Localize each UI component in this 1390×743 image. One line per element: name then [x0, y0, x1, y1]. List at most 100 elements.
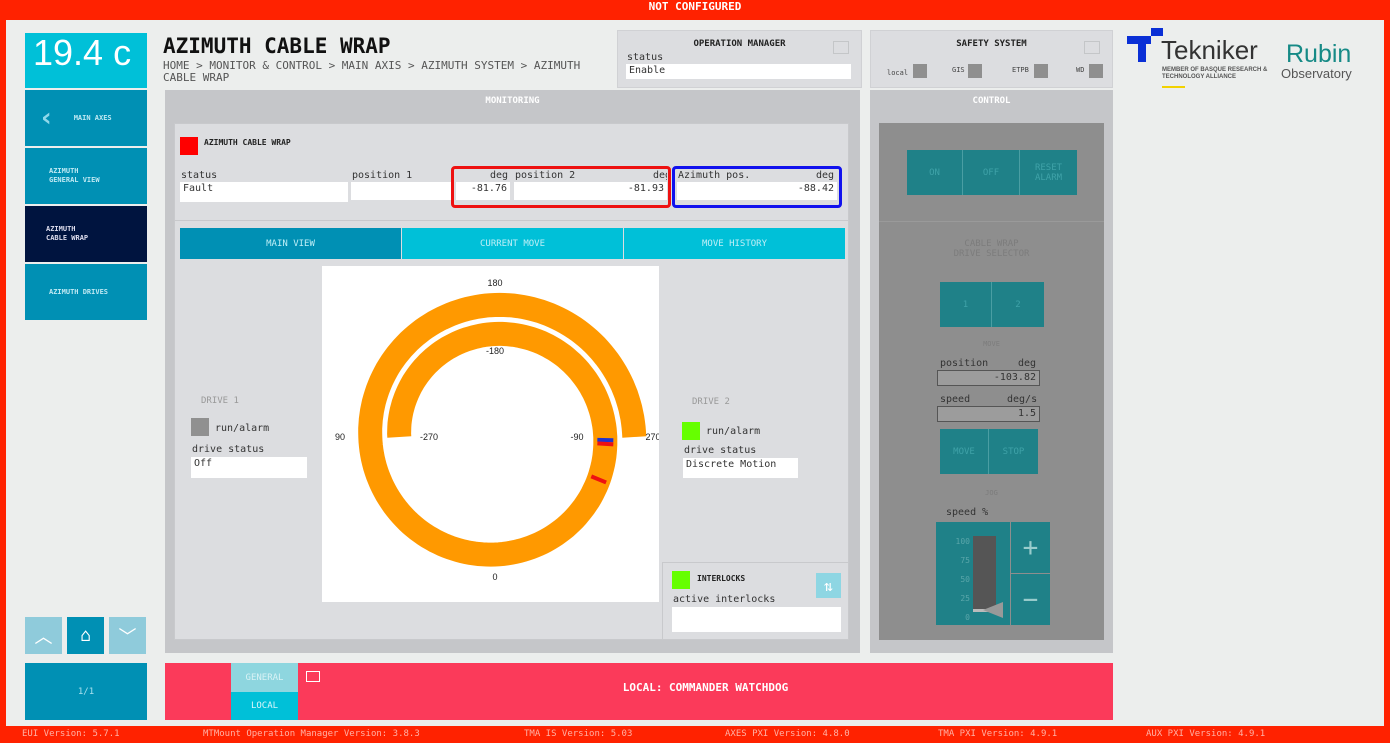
- page-indicator: 1/1: [25, 663, 147, 720]
- gauge-label-0: 0: [492, 572, 497, 582]
- jog-tick: 75: [960, 556, 970, 565]
- gauge-label-minus-180: -180: [486, 346, 504, 356]
- drive1-status-label: drive status: [192, 444, 265, 455]
- indicator-etpb: [1034, 64, 1048, 78]
- gauge-label-minus-270: -270: [420, 432, 438, 442]
- on-button[interactable]: ON: [907, 150, 963, 195]
- page-up-button[interactable]: ︿: [25, 617, 62, 654]
- jog-speed-label: speed %: [946, 507, 989, 518]
- gauge-label-90: 90: [335, 432, 345, 442]
- operation-manager-panel: OPERATION MANAGER status Enable: [617, 30, 862, 88]
- drive2-status-label: drive status: [684, 445, 757, 456]
- position2-field: -81.93: [514, 182, 667, 200]
- home-button[interactable]: ⌂: [67, 617, 104, 654]
- operation-status-field: Enable: [626, 64, 851, 79]
- position1-label: position 1: [352, 170, 413, 181]
- indicator-label-gis: GIS: [952, 66, 965, 74]
- jog-slider-track: [973, 536, 996, 609]
- reset-alarm-button[interactable]: RESET ALARM: [1020, 150, 1077, 195]
- position-unit: deg: [1018, 358, 1037, 369]
- active-interlocks-label: active interlocks: [673, 594, 776, 605]
- jog-slider-handle[interactable]: [983, 602, 1003, 618]
- jog-tick: 50: [960, 575, 970, 584]
- drive1-run-alarm-indicator: [191, 418, 209, 436]
- speed-unit: deg/s: [1007, 394, 1038, 405]
- divider: [174, 220, 849, 221]
- safety-system-title: SAFETY SYSTEM: [956, 39, 1027, 49]
- jog-title: JOG: [985, 489, 998, 497]
- temperature-display: 19.4 c: [25, 33, 147, 88]
- gauge-label-180: 180: [487, 278, 502, 288]
- cable-wrap-gauge: 180 90 270 0 -180 -270 -90: [322, 266, 659, 602]
- jog-speed-slider[interactable]: 100 75 50 25 0: [936, 522, 1010, 625]
- monitoring-title: MONITORING: [485, 96, 540, 106]
- chevron-down-icon: ﹀: [118, 626, 137, 648]
- version-tma-is: TMA IS Version: 5.03: [524, 729, 633, 739]
- tab-move-history[interactable]: MOVE HISTORY: [624, 228, 845, 259]
- drive-2-button[interactable]: 2: [992, 282, 1044, 327]
- gauge-label-270: 270: [645, 432, 659, 442]
- jog-minus-button[interactable]: −: [1011, 574, 1050, 625]
- version-axes-pxi: AXES PXI Version: 4.8.0: [725, 729, 850, 739]
- tekniker-logo-subtitle: MEMBER OF BASQUE RESEARCH & TECHNOLOGY A…: [1162, 67, 1268, 80]
- page-down-button[interactable]: ﹀: [109, 617, 146, 654]
- position2-marker: [597, 441, 614, 447]
- jog-tick: 0: [965, 613, 970, 622]
- move-title: MOVE: [983, 340, 1000, 348]
- sidebar-item-azimuth-drives[interactable]: AZIMUTH DRIVES: [25, 264, 147, 320]
- gauge-label-minus-90: -90: [570, 432, 583, 442]
- tab-main-view[interactable]: MAIN VIEW: [180, 228, 401, 259]
- drive2-run-alarm-indicator: [682, 422, 700, 440]
- position1-unit: deg: [490, 170, 509, 181]
- sidebar-item-azimuth-cable-wrap[interactable]: AZIMUTH CABLE WRAP: [25, 206, 147, 262]
- jog-tick: 100: [955, 537, 970, 546]
- window-cursor-icon[interactable]: [833, 41, 849, 54]
- rubin-logo-text: Rubin: [1286, 40, 1352, 68]
- divider: [879, 221, 1104, 222]
- drive-1-button[interactable]: 1: [940, 282, 992, 327]
- position1-field-blank: [351, 182, 451, 200]
- status-label: status: [181, 170, 218, 181]
- status-label: status: [627, 52, 664, 63]
- rubin-logo-subtitle: Observatory: [1281, 66, 1352, 81]
- indicator-gis: [968, 64, 982, 78]
- general-button[interactable]: GENERAL: [231, 663, 298, 692]
- indicator-label-etpb: ETPB: [1012, 66, 1029, 74]
- local-button[interactable]: LOCAL: [231, 692, 298, 720]
- section-title: AZIMUTH CABLE WRAP: [204, 138, 291, 147]
- control-title: CONTROL: [972, 96, 1011, 106]
- sidebar-item-label: MAIN AXES: [73, 113, 112, 122]
- page-title: AZIMUTH CABLE WRAP: [163, 34, 391, 58]
- indicator-wd: [1089, 64, 1103, 78]
- speed-label: speed: [940, 394, 971, 405]
- speed-input[interactable]: 1.5: [937, 406, 1040, 422]
- active-interlocks-field: [672, 607, 841, 632]
- jog-tick: 25: [960, 594, 970, 603]
- breadcrumb: HOME > MONITOR & CONTROL > MAIN AXIS > A…: [163, 59, 581, 84]
- sidebar-item-main-axes[interactable]: ‹ MAIN AXES: [25, 90, 147, 146]
- version-operation-manager: MTMount Operation Manager Version: 3.8.3: [203, 729, 420, 739]
- window-cursor-icon[interactable]: [1084, 41, 1100, 54]
- tekniker-logo-text: Tekniker: [1161, 35, 1258, 65]
- chevron-left-icon: ‹: [41, 102, 52, 133]
- sidebar-item-azimuth-general-view[interactable]: AZIMUTH GENERAL VIEW: [25, 148, 147, 204]
- indicator-local: [913, 64, 927, 78]
- position-input[interactable]: -103.82: [937, 370, 1040, 386]
- tab-current-move[interactable]: CURRENT MOVE: [402, 228, 623, 259]
- jog-plus-button[interactable]: +: [1011, 522, 1050, 573]
- stop-button[interactable]: STOP: [989, 429, 1038, 474]
- chevron-up-icon: ︿: [34, 626, 53, 648]
- safety-system-panel: SAFETY SYSTEM local GIS ETPB WD: [870, 30, 1113, 88]
- move-button[interactable]: MOVE: [940, 429, 989, 474]
- refresh-icon[interactable]: ⇅: [816, 573, 841, 598]
- off-button[interactable]: OFF: [963, 150, 1020, 195]
- drive-selector-title: CABLE WRAP DRIVE SELECTOR: [953, 239, 1030, 259]
- plus-icon: +: [1022, 532, 1039, 563]
- position2-label: position 2: [515, 170, 576, 181]
- home-icon: ⌂: [80, 625, 91, 646]
- drive2-run-label: run/alarm: [706, 426, 761, 437]
- version-eui: EUI Version: 5.7.1: [22, 729, 120, 739]
- version-aux-pxi: AUX PXI Version: 4.9.1: [1146, 729, 1266, 739]
- azimuth-label: Azimuth pos.: [678, 170, 751, 181]
- drive2-status-field: Discrete Motion: [683, 458, 798, 478]
